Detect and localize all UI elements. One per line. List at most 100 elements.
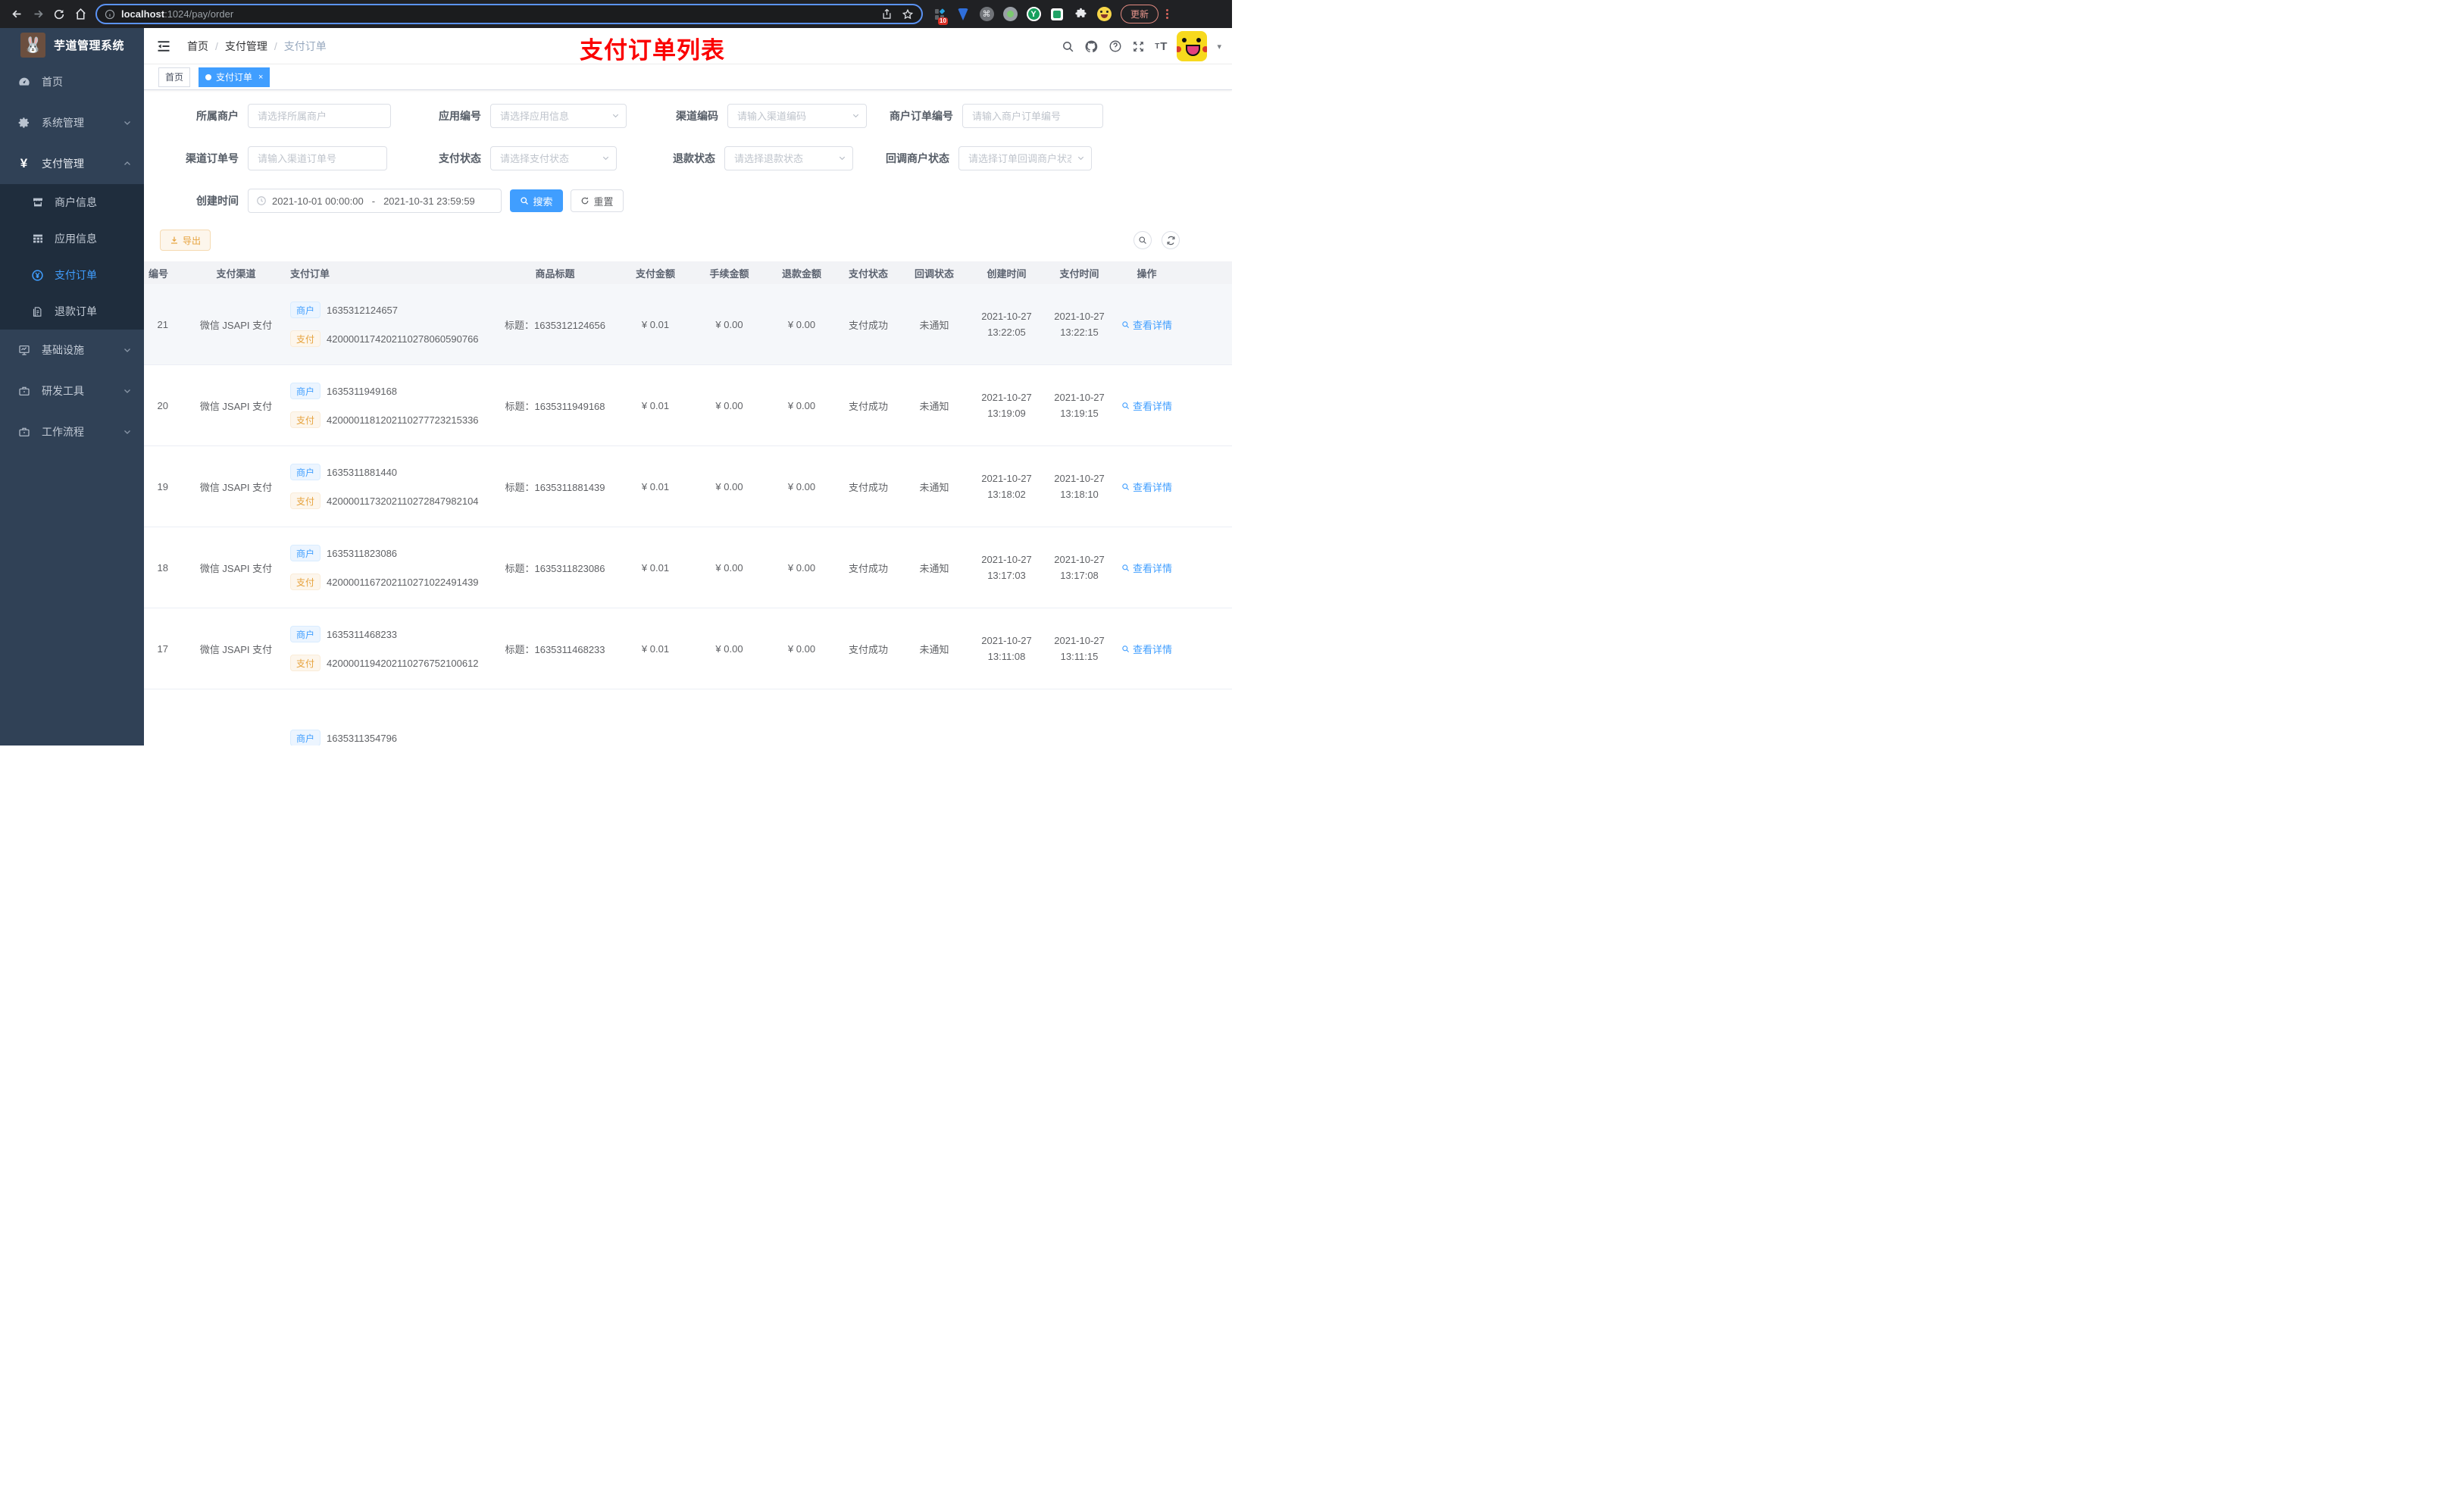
avatar-caret-icon[interactable]: ▾: [1217, 42, 1221, 52]
notify-status-input[interactable]: [958, 146, 1092, 170]
sidebar-item-pay-order[interactable]: 支付订单: [0, 257, 144, 293]
briefcase-icon: [17, 385, 30, 397]
sidebar-item-infra[interactable]: 基础设施: [0, 330, 144, 370]
refund-status-select[interactable]: [724, 146, 853, 170]
notify-status-select[interactable]: [958, 146, 1092, 170]
pay-order-no: 4200001174202110278060590766: [327, 333, 479, 345]
sidebar-item-app-info[interactable]: 应用信息: [0, 220, 144, 257]
table-row[interactable]: 17 微信 JSAPI 支付 商户 1635311468233 支付 4200001…: [144, 608, 1232, 689]
table-row[interactable]: 21 微信 JSAPI 支付 商户 1635312124657 支付 4200001…: [144, 284, 1232, 365]
search-button[interactable]: 搜索: [510, 189, 563, 212]
cell-pay-time: 2021-10-27 13:18:10: [1054, 473, 1105, 500]
sidebar-item-payment[interactable]: ¥ 支付管理: [0, 143, 144, 184]
pay-tag: 支付: [290, 411, 321, 428]
browser-home-button[interactable]: [70, 4, 91, 25]
table-row[interactable]: 20 微信 JSAPI 支付 商户 1635311949168 支付 4200001…: [144, 365, 1232, 446]
cell-create-time: 2021-10-27 13:17:03: [981, 554, 1032, 581]
site-info-icon[interactable]: [105, 9, 115, 20]
chevron-up-icon: [123, 159, 132, 168]
table-row-partial[interactable]: 商户 1635311354796: [144, 689, 1232, 746]
sidebar-logo[interactable]: 🐰 芋道管理系统: [0, 28, 144, 61]
merchant-order-no: 1635311823086: [327, 547, 398, 559]
cell-id: 20: [157, 399, 168, 411]
sidebar-item-dev-tools[interactable]: 研发工具: [0, 370, 144, 411]
export-button[interactable]: 导出: [160, 230, 211, 251]
table-row[interactable]: 18 微信 JSAPI 支付 商户 1635311823086 支付 4200001…: [144, 527, 1232, 608]
breadcrumb-order: 支付订单: [283, 39, 327, 52]
channel-code-input[interactable]: [727, 104, 867, 128]
cell-pay-time: 2021-10-27 13:11:15: [1054, 635, 1105, 662]
merchant-order-label: 商户订单编号: [890, 110, 953, 122]
pay-status-input[interactable]: [490, 146, 617, 170]
cell-action: 查看详情: [1115, 480, 1178, 494]
channel-code-select[interactable]: [727, 104, 867, 128]
channel-order-input[interactable]: [248, 146, 387, 170]
sidebar-item-refund-order[interactable]: 退款订单: [0, 293, 144, 330]
table-row[interactable]: 19 微信 JSAPI 支付 商户 1635311881440 支付 4200001…: [144, 446, 1232, 527]
extension-emoji-icon[interactable]: [1096, 7, 1112, 22]
merchant-order-no: 1635311468233: [327, 628, 398, 640]
reset-button[interactable]: 重置: [571, 189, 624, 212]
show-search-icon[interactable]: [1134, 231, 1152, 249]
browser-back-button[interactable]: [6, 4, 27, 25]
browser-menu-icon[interactable]: [1166, 9, 1169, 19]
bookmark-star-icon[interactable]: [902, 8, 914, 20]
sidebar-fold-icon[interactable]: [150, 33, 177, 60]
yen-circle-icon: [31, 269, 44, 282]
address-bar[interactable]: localhost:1024/pay/order: [95, 4, 923, 24]
view-detail-link[interactable]: 查看详情: [1121, 480, 1172, 494]
cell-pay-status: 支付成功: [848, 643, 888, 655]
sidebar-item-home[interactable]: 首页: [0, 61, 144, 102]
cell-refund: ¥ 0.00: [787, 399, 816, 411]
help-icon[interactable]: [1108, 39, 1122, 53]
refund-status-input[interactable]: [724, 146, 853, 170]
share-icon[interactable]: [881, 8, 893, 20]
extension-grid-icon[interactable]: 10: [932, 7, 948, 25]
cell-amount: ¥ 0.01: [641, 399, 670, 411]
merchant-order-input[interactable]: [962, 104, 1103, 128]
browser-forward-button[interactable]: [27, 4, 48, 25]
font-size-icon[interactable]: TT: [1155, 40, 1167, 53]
merchant-tag: 商户: [290, 464, 321, 480]
col-create-time: 创建时间: [987, 267, 1027, 280]
cell-pay-status: 支付成功: [848, 400, 888, 412]
view-detail-link[interactable]: 查看详情: [1121, 317, 1172, 332]
search-icon[interactable]: [1062, 40, 1074, 53]
view-detail-link[interactable]: 查看详情: [1121, 399, 1172, 413]
extension-command-icon[interactable]: ⌘: [979, 7, 994, 22]
view-detail-link[interactable]: 查看详情: [1121, 642, 1172, 656]
date-range-picker[interactable]: 2021-10-01 00:00:00 - 2021-10-31 23:59:5…: [248, 189, 502, 213]
merchant-input[interactable]: [248, 104, 391, 128]
merchant-tag: 商户: [290, 545, 321, 561]
app-select[interactable]: [490, 104, 627, 128]
breadcrumb-pay[interactable]: 支付管理: [225, 39, 267, 54]
sidebar-item-system[interactable]: 系统管理: [0, 102, 144, 143]
sidebar-item-label: 退款订单: [55, 305, 97, 317]
github-icon[interactable]: [1084, 39, 1099, 54]
fullscreen-icon[interactable]: [1132, 40, 1145, 53]
tag-home[interactable]: 首页: [158, 67, 191, 87]
browser-update-button[interactable]: 更新: [1121, 5, 1159, 23]
extension-chat-icon[interactable]: [1049, 7, 1065, 22]
tag-pay-order[interactable]: 支付订单 ×: [199, 67, 270, 87]
sidebar-item-workflow[interactable]: 工作流程: [0, 411, 144, 452]
cell-order: 商户 1635311354796: [290, 689, 492, 746]
pay-status-select[interactable]: [490, 146, 617, 170]
app-select-input[interactable]: [490, 104, 627, 128]
sidebar-item-merchant-info[interactable]: 商户信息: [0, 184, 144, 220]
extension-badge: 10: [938, 17, 948, 25]
extensions-puzzle-icon[interactable]: [1073, 7, 1088, 22]
browser-reload-button[interactable]: [48, 4, 70, 25]
extension-kite-icon[interactable]: [955, 7, 971, 22]
cell-id: 19: [157, 480, 168, 492]
cell-title: 标题：1635311468233: [505, 643, 605, 655]
extension-y-icon[interactable]: Y: [1026, 7, 1041, 22]
pay-tag: 支付: [290, 330, 321, 347]
view-detail-link[interactable]: 查看详情: [1121, 561, 1172, 575]
extension-dot-icon[interactable]: [1002, 7, 1018, 22]
user-avatar[interactable]: [1177, 31, 1208, 61]
tag-close-icon[interactable]: ×: [258, 73, 263, 82]
breadcrumb-home[interactable]: 首页: [187, 39, 208, 54]
refresh-icon[interactable]: [1162, 231, 1180, 249]
col-pay-time: 支付时间: [1059, 267, 1099, 280]
